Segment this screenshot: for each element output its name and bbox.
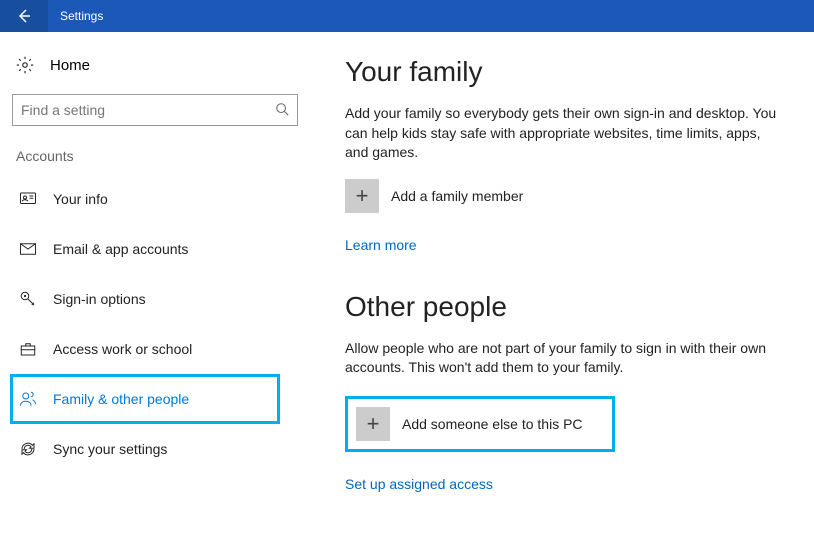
family-section-desc: Add your family so everybody gets their …: [345, 104, 785, 163]
add-someone-label: Add someone else to this PC: [402, 416, 583, 432]
family-section-title: Your family: [345, 56, 794, 88]
search-icon: [275, 102, 289, 119]
home-label: Home: [50, 57, 90, 74]
nav-sync-settings[interactable]: Sync your settings: [10, 424, 300, 474]
category-label: Accounts: [16, 148, 294, 164]
nav-label: Family & other people: [53, 391, 189, 407]
gear-icon: [16, 56, 34, 74]
plus-icon: +: [345, 179, 379, 213]
search-input[interactable]: [21, 102, 275, 118]
add-someone-else-button[interactable]: + Add someone else to this PC: [345, 396, 615, 452]
sidebar: Home Accounts Your info Email & app acco…: [0, 32, 310, 554]
arrow-left-icon: [16, 8, 32, 24]
nav-label: Sync your settings: [53, 441, 167, 457]
nav-email-accounts[interactable]: Email & app accounts: [10, 224, 300, 274]
search-box[interactable]: [12, 94, 298, 126]
nav-label: Access work or school: [53, 341, 192, 357]
main-content: Your family Add your family so everybody…: [310, 32, 814, 554]
assigned-access-link[interactable]: Set up assigned access: [345, 476, 493, 492]
nav-label: Sign-in options: [53, 291, 146, 307]
sync-icon: [19, 440, 37, 458]
window-title: Settings: [48, 9, 103, 23]
nav-family-other-people[interactable]: Family & other people: [10, 374, 280, 424]
add-family-member-button[interactable]: + Add a family member: [345, 179, 794, 213]
other-people-section-desc: Allow people who are not part of your fa…: [345, 339, 785, 378]
learn-more-link[interactable]: Learn more: [345, 237, 417, 253]
nav-label: Email & app accounts: [53, 241, 188, 257]
nav-label: Your info: [53, 191, 108, 207]
titlebar: Settings: [0, 0, 814, 32]
nav-signin-options[interactable]: Sign-in options: [10, 274, 300, 324]
nav-access-work-school[interactable]: Access work or school: [10, 324, 300, 374]
person-icon: [19, 190, 37, 208]
briefcase-icon: [19, 340, 37, 358]
other-people-section-title: Other people: [345, 291, 794, 323]
nav-your-info[interactable]: Your info: [10, 174, 300, 224]
back-button[interactable]: [0, 0, 48, 32]
people-icon: [19, 390, 37, 408]
key-icon: [19, 290, 37, 308]
plus-icon: +: [356, 407, 390, 441]
add-family-label: Add a family member: [391, 188, 523, 204]
home-nav[interactable]: Home: [10, 50, 300, 80]
mail-icon: [19, 240, 37, 258]
